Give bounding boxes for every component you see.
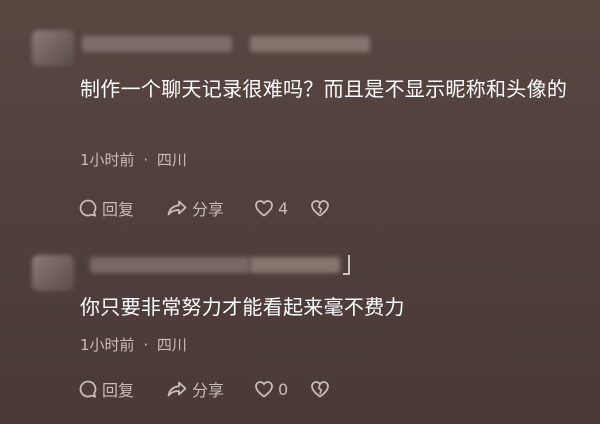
comment-actions: 回复 分享 4 — [78, 196, 348, 220]
meta-separator: · — [143, 336, 149, 354]
comment-time: 1小时前 — [80, 336, 135, 354]
comment-location: 四川 — [156, 151, 187, 169]
reply-bubble-icon — [78, 379, 98, 399]
username-blurred[interactable] — [82, 36, 232, 52]
comment-actions: 回复 分享 0 — [78, 377, 348, 401]
reply-button[interactable]: 回复 — [78, 196, 150, 220]
username-edge-mark — [343, 255, 350, 275]
reply-button[interactable]: 回复 — [78, 377, 150, 401]
heart-icon — [254, 199, 274, 217]
like-count: 0 — [278, 379, 289, 399]
comment-time: 1小时前 — [80, 151, 135, 169]
comment-text: 制作一个聊天记录很难吗？而且是不显示昵称和头像的 — [80, 77, 568, 101]
reply-label: 回复 — [102, 200, 135, 219]
username-blurred[interactable] — [90, 257, 250, 273]
share-button[interactable]: 分享 — [166, 196, 238, 220]
broken-heart-icon — [310, 199, 330, 217]
avatar[interactable] — [32, 255, 74, 291]
username-blurred-extra — [250, 257, 340, 273]
share-label: 分享 — [192, 200, 225, 219]
dislike-button[interactable] — [310, 380, 330, 398]
share-label: 分享 — [192, 381, 225, 400]
reply-label: 回复 — [102, 381, 135, 400]
share-button[interactable]: 分享 — [166, 377, 238, 401]
share-arrow-icon — [166, 198, 188, 218]
like-count: 4 — [278, 198, 289, 218]
comment-meta: 1小时前 · 四川 — [80, 150, 187, 170]
heart-icon — [254, 380, 274, 398]
reply-bubble-icon — [78, 198, 98, 218]
username-blurred-extra — [250, 36, 370, 52]
dislike-button[interactable] — [310, 199, 330, 217]
meta-separator: · — [143, 151, 149, 169]
like-button[interactable]: 4 — [254, 199, 296, 218]
comment-location: 四川 — [156, 336, 187, 354]
broken-heart-icon — [310, 380, 330, 398]
like-button[interactable]: 0 — [254, 380, 296, 399]
avatar[interactable] — [32, 30, 74, 66]
comment-text: 你只要非常努力才能看起来毫不费力 — [80, 295, 405, 319]
share-arrow-icon — [166, 379, 188, 399]
comment-meta: 1小时前 · 四川 — [80, 335, 187, 355]
